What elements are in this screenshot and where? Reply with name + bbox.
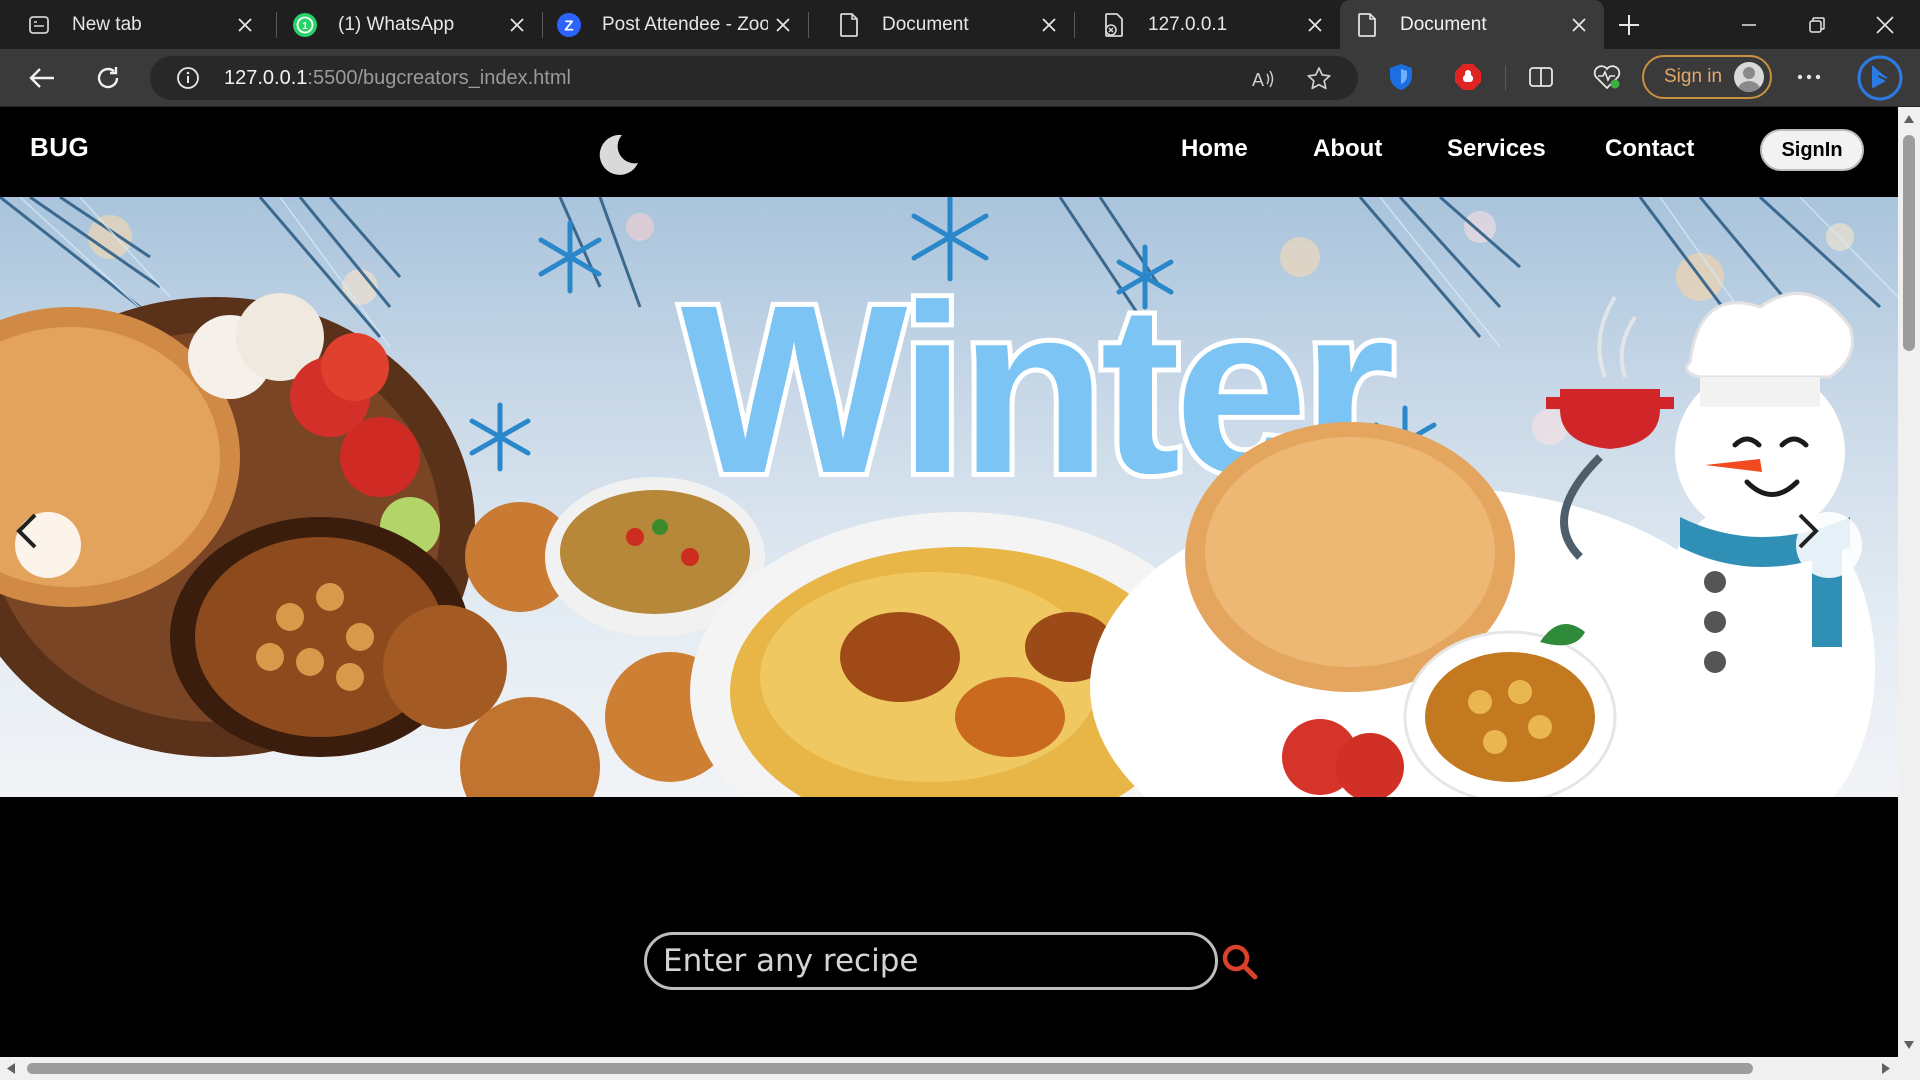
tab-label: 127.0.0.1 [1148, 13, 1228, 35]
profile-signin-button[interactable]: Sign in [1642, 55, 1772, 99]
copilot-bing-icon[interactable] [1856, 54, 1904, 102]
plus-icon [1619, 15, 1639, 35]
nav-link-contact[interactable]: Contact [1605, 135, 1694, 163]
document-icon [1354, 12, 1380, 38]
dark-mode-moon-icon[interactable] [594, 131, 640, 177]
signin-button[interactable]: SignIn [1760, 129, 1864, 171]
tab-label: Post Attendee - Zoom [602, 13, 768, 35]
reload-icon [97, 67, 119, 89]
document-icon [836, 12, 862, 38]
close-icon[interactable] [230, 10, 260, 40]
browser-toolbar: 127.0.0.1:5500/bugcreators_index.html A … [0, 49, 1920, 107]
tab-document[interactable]: Document [810, 0, 1074, 49]
new-tab-button[interactable] [1612, 8, 1646, 42]
toolbar-separator [1505, 65, 1506, 91]
search-icon[interactable] [1220, 942, 1260, 982]
chevron-left-icon [16, 513, 37, 549]
horizontal-scrollbar[interactable] [0, 1057, 1898, 1080]
back-button[interactable] [22, 58, 62, 98]
site-logo[interactable]: BUG [30, 132, 89, 163]
carousel-next-button[interactable] [1796, 512, 1862, 578]
info-icon[interactable] [176, 66, 200, 90]
scroll-left-arrow-icon [7, 1063, 15, 1074]
scrollbar-corner [1898, 1057, 1920, 1080]
restore-button[interactable] [1782, 0, 1852, 49]
favorite-star-icon[interactable] [1306, 66, 1332, 92]
shield-extension-icon[interactable] [1386, 62, 1416, 92]
url-path: :5500/bugcreators_index.html [307, 67, 571, 89]
tab-zoom[interactable]: Z Post Attendee - Zoom [544, 0, 808, 49]
minimize-button[interactable] [1714, 0, 1784, 49]
svg-text:A: A [1252, 70, 1264, 90]
zoom-icon: Z [556, 12, 582, 38]
tab-label: (1) WhatsApp [338, 13, 455, 35]
close-icon[interactable] [1300, 10, 1330, 40]
nav-link-services[interactable]: Services [1447, 135, 1546, 163]
vertical-scrollbar[interactable] [1898, 107, 1920, 1057]
avatar [1734, 62, 1764, 92]
read-aloud-icon[interactable]: A [1250, 66, 1276, 92]
restore-icon [1809, 16, 1825, 33]
tab-label: New tab [72, 13, 142, 35]
tab-label: Document [882, 13, 969, 35]
url-host: 127.0.0.1 [224, 67, 308, 89]
address-bar[interactable]: 127.0.0.1:5500/bugcreators_index.html A [150, 56, 1358, 100]
browser-tab-bar: New tab 1 (1) WhatsApp Z Post Attendee -… [0, 0, 1920, 49]
whatsapp-icon: 1 [292, 12, 318, 38]
scroll-down-arrow-icon [1904, 1041, 1914, 1049]
scroll-up-arrow-icon [1904, 115, 1914, 123]
close-icon[interactable] [502, 10, 532, 40]
profile-signin-label: Sign in [1664, 66, 1723, 87]
document-error-icon [1102, 12, 1128, 38]
tab-new-tab[interactable]: New tab [0, 0, 270, 49]
tab-separator [542, 12, 543, 38]
tab-whatsapp[interactable]: 1 (1) WhatsApp [278, 0, 542, 49]
reload-button[interactable] [88, 58, 128, 98]
page-viewport: BUG Home About Services Contact SignIn W… [0, 107, 1898, 1057]
close-icon[interactable] [1564, 10, 1594, 40]
close-icon [1876, 15, 1894, 34]
tab-localhost[interactable]: 127.0.0.1 [1076, 0, 1340, 49]
minimize-icon [1742, 23, 1756, 26]
horizontal-scrollbar-thumb[interactable] [27, 1063, 1753, 1074]
tab-separator [1074, 12, 1075, 38]
tab-label: Document [1400, 13, 1487, 35]
url-text: 127.0.0.1:5500/bugcreators_index.html [224, 56, 571, 100]
winter-food-banner-image: Winter [0, 197, 1898, 797]
site-navbar: BUG Home About Services Contact SignIn [0, 107, 1898, 197]
tab-document-active[interactable]: Document [1340, 0, 1604, 49]
svg-text:Z: Z [564, 17, 573, 34]
scroll-right-arrow-icon [1882, 1063, 1890, 1074]
hero-carousel: Winter [0, 197, 1898, 797]
browser-essentials-icon[interactable] [1592, 62, 1622, 92]
tab-separator [808, 12, 809, 38]
new-tab-page-icon [26, 12, 52, 38]
adblock-extension-icon[interactable] [1453, 62, 1483, 92]
close-icon[interactable] [768, 10, 798, 40]
chevron-right-icon [1798, 513, 1819, 549]
back-arrow-icon [29, 68, 54, 88]
close-icon[interactable] [1034, 10, 1064, 40]
recipe-search [644, 932, 1258, 992]
recipe-search-input[interactable] [644, 932, 1218, 990]
nav-link-about[interactable]: About [1313, 135, 1382, 163]
tab-separator [276, 12, 277, 38]
carousel-prev-button[interactable] [15, 512, 81, 578]
more-options-icon[interactable] [1794, 62, 1824, 92]
vertical-scrollbar-thumb[interactable] [1903, 135, 1915, 351]
nav-link-home[interactable]: Home [1181, 135, 1248, 163]
window-close-button[interactable] [1850, 0, 1920, 49]
split-screen-icon[interactable] [1526, 62, 1556, 92]
svg-text:1: 1 [302, 21, 308, 32]
